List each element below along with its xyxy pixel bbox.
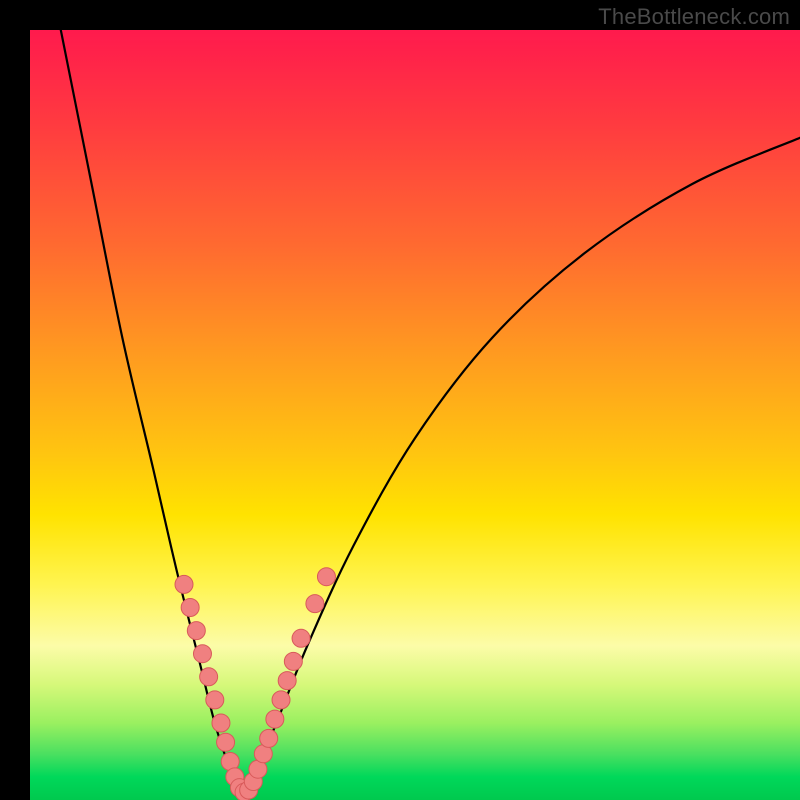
- highlight-dot: [181, 599, 199, 617]
- highlight-dot: [306, 595, 324, 613]
- bottleneck-curve-path: [61, 30, 800, 792]
- highlight-dot: [217, 733, 235, 751]
- highlight-dot: [212, 714, 230, 732]
- highlight-dot: [272, 691, 290, 709]
- chart-svg: [30, 30, 800, 800]
- highlight-dot: [260, 729, 278, 747]
- highlight-dot: [187, 622, 205, 640]
- highlight-dot: [175, 575, 193, 593]
- highlight-dot: [206, 691, 224, 709]
- highlight-dot: [317, 568, 335, 586]
- highlight-dot: [292, 629, 310, 647]
- watermark-text: TheBottleneck.com: [598, 4, 790, 30]
- chart-frame: TheBottleneck.com: [0, 0, 800, 800]
- highlight-dot: [193, 645, 211, 663]
- highlight-dot: [200, 668, 218, 686]
- highlight-dots-group: [175, 568, 335, 800]
- highlight-dot: [266, 710, 284, 728]
- highlight-dot: [278, 672, 296, 690]
- highlight-dot: [284, 652, 302, 670]
- chart-plot-area: [30, 30, 800, 800]
